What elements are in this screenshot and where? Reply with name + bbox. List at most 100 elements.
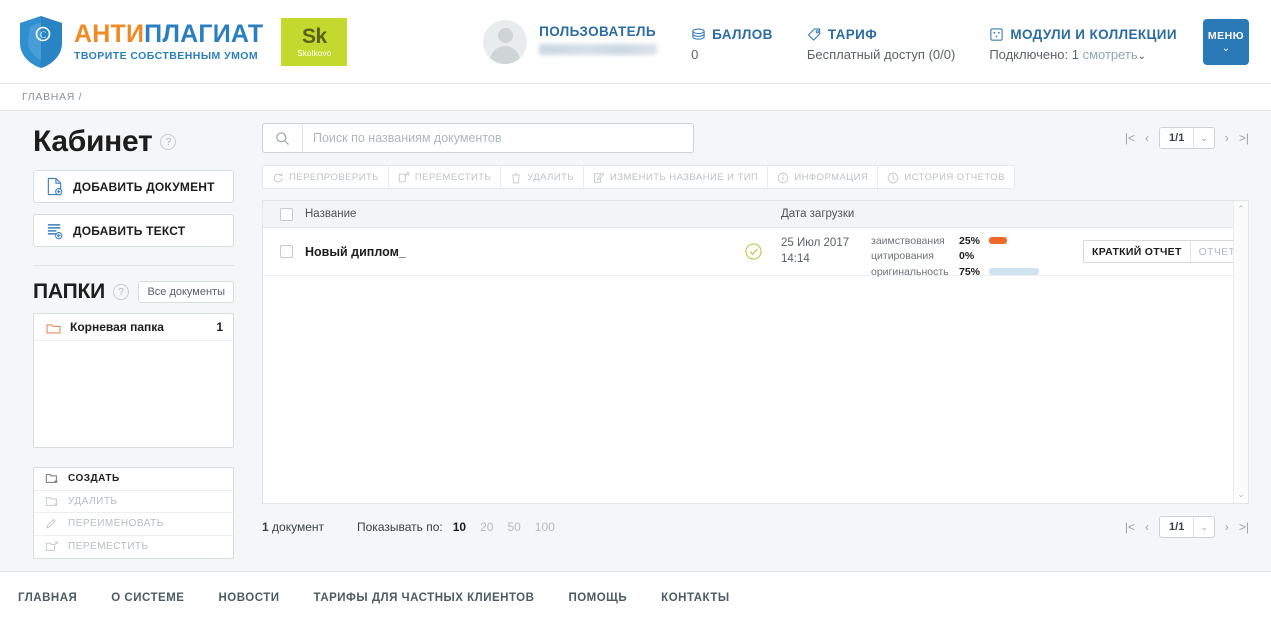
folder-delete-button[interactable]: УДАЛИТЬ xyxy=(34,491,233,513)
folder-rename-label: ПЕРЕИМЕНОВАТЬ xyxy=(68,518,164,530)
footer-link-about[interactable]: О СИСТЕМЕ xyxy=(111,592,184,604)
folder-icon xyxy=(46,321,61,334)
page-next-button[interactable]: › xyxy=(1225,131,1229,145)
short-report-button[interactable]: КРАТКИЙ ОТЧЕТ xyxy=(1084,241,1190,262)
move-label: ПЕРЕМЕСТИТЬ xyxy=(414,171,492,183)
search-input[interactable] xyxy=(303,125,693,151)
user-block[interactable]: ПОЛЬЗОВАТЕЛЬ xyxy=(483,20,658,64)
avatar xyxy=(483,20,528,64)
modules-view-link[interactable]: смотреть xyxy=(1083,47,1138,62)
page-prev-button[interactable]: ‹ xyxy=(1145,131,1149,145)
row-checkbox[interactable] xyxy=(280,245,293,258)
chevron-down-icon[interactable]: ⌄ xyxy=(1138,51,1146,62)
select-all-checkbox[interactable] xyxy=(280,207,293,221)
menu-button[interactable]: МЕНЮ ⌄ xyxy=(1203,19,1249,65)
upload-date: 25 Июл 2017 14:14 xyxy=(781,236,849,267)
divider xyxy=(33,265,234,266)
rename-type-button[interactable]: ИЗМЕНИТЬ НАЗВАНИЕ И ТИП xyxy=(584,166,769,188)
metric-label: цитирования xyxy=(871,250,934,263)
document-count-word: документ xyxy=(268,520,324,534)
breadcrumb: ГЛАВНАЯ / xyxy=(0,84,1271,111)
refresh-icon xyxy=(272,171,284,183)
help-icon[interactable]: ? xyxy=(160,134,177,150)
metric-value: 0% xyxy=(959,250,975,263)
add-text-label: ДОБАВИТЬ ТЕКСТ xyxy=(73,223,186,238)
svg-text:C: C xyxy=(40,30,46,40)
folder-item-root[interactable]: Корневая папка 1 xyxy=(34,314,233,341)
footer-link-contacts[interactable]: КОНТАКТЫ xyxy=(661,592,729,604)
table-footer: 1 документ Показывать по: 10 20 50 100 |… xyxy=(262,516,1249,538)
footer-link-home[interactable]: ГЛАВНАЯ xyxy=(18,592,77,604)
skolkovo-mark: Sk xyxy=(302,24,327,48)
logo[interactable]: C АНТИПЛАГИАТ ТВОРИТЕ СОБСТВЕННЫМ УМОМ xyxy=(18,15,263,69)
page-size-50[interactable]: 50 xyxy=(507,520,520,534)
site-header: C АНТИПЛАГИАТ ТВОРИТЕ СОБСТВЕННЫМ УМОМ S… xyxy=(0,0,1271,84)
metric-label: заимствования xyxy=(871,234,945,247)
page-prev-button[interactable]: ‹ xyxy=(1145,520,1149,534)
document-name[interactable]: Новый диплом_ xyxy=(305,245,406,259)
modules-label: МОДУЛИ И КОЛЛЕКЦИИ xyxy=(1010,26,1177,42)
modules-connected: Подключено: 1 xyxy=(989,46,1079,62)
table-scrollbar[interactable]: ⌃ ⌄ xyxy=(1233,201,1248,503)
coins-icon xyxy=(691,27,706,42)
move-button[interactable]: ПЕРЕМЕСТИТЬ xyxy=(389,166,502,188)
points-label: БАЛЛОВ xyxy=(712,26,773,42)
folder-rename-button[interactable]: ПЕРЕИМЕНОВАТЬ xyxy=(34,513,233,536)
chevron-down-icon: ⌄ xyxy=(1200,132,1208,143)
page-selector[interactable]: 1/1 ⌄ xyxy=(1159,127,1215,149)
add-document-button[interactable]: ДОБАВИТЬ ДОКУМЕНТ xyxy=(33,170,234,203)
page-next-button[interactable]: › xyxy=(1225,520,1229,534)
select-all-checkbox-cell[interactable] xyxy=(263,207,305,221)
info-icon xyxy=(777,171,789,184)
logo-title: АНТИПЛАГИАТ xyxy=(74,21,263,47)
reports-history-button[interactable]: ИСТОРИЯ ОТЧЕТОВ xyxy=(878,166,1014,188)
page-first-button[interactable]: |< xyxy=(1125,520,1135,534)
folder-create-button[interactable]: СОЗДАТЬ xyxy=(34,468,233,491)
table-row[interactable]: Новый диплом_ 25 Июл 2017 14:14 заимство… xyxy=(263,228,1248,278)
help-icon[interactable]: ? xyxy=(113,284,129,300)
all-documents-button[interactable]: Все документы xyxy=(138,281,234,303)
page-title-text: Кабинет xyxy=(33,125,153,158)
folder-plus-icon xyxy=(45,472,59,485)
page-size-10[interactable]: 10 xyxy=(453,520,466,534)
folder-create-label: СОЗДАТЬ xyxy=(68,473,120,485)
footer-link-tariffs[interactable]: ТАРИФЫ ДЛЯ ЧАСТНЫХ КЛИЕНТОВ xyxy=(314,592,535,604)
scroll-up-icon[interactable]: ⌃ xyxy=(1237,204,1245,215)
page-size-100[interactable]: 100 xyxy=(535,520,555,534)
shield-icon: C xyxy=(18,15,64,69)
page-last-button[interactable]: >| xyxy=(1239,520,1249,534)
folder-move-button[interactable]: ПЕРЕМЕСТИТЬ xyxy=(34,536,233,559)
footer-link-help[interactable]: ПОМОЩЬ xyxy=(568,592,627,604)
tariff-block[interactable]: ТАРИФ Бесплатный доступ (0/0) xyxy=(807,23,955,62)
add-text-button[interactable]: ДОБАВИТЬ ТЕКСТ xyxy=(33,214,234,247)
pencil-icon xyxy=(45,517,59,530)
points-value: 0 xyxy=(691,46,699,62)
modules-block[interactable]: МОДУЛИ И КОЛЛЕКЦИИ Подключено: 1 смотрет… xyxy=(989,23,1177,62)
tariff-label: ТАРИФ xyxy=(827,26,878,42)
scroll-down-icon[interactable]: ⌄ xyxy=(1237,489,1245,500)
metric-borrowings: заимствования 25% xyxy=(871,235,1039,247)
information-button[interactable]: ИНФОРМАЦИЯ xyxy=(768,166,879,188)
delete-button[interactable]: УДАЛИТЬ xyxy=(501,166,585,188)
search-box[interactable] xyxy=(262,123,694,153)
metric-value: 25% xyxy=(959,234,981,247)
skolkovo-badge[interactable]: Sk Skolkovo xyxy=(281,17,348,66)
column-header-name: Название xyxy=(305,208,357,220)
search-row: |< ‹ 1/1 ⌄ › >| xyxy=(262,123,1249,153)
page-number: 1/1 xyxy=(1169,521,1185,533)
footer-link-news[interactable]: НОВОСТИ xyxy=(218,592,279,604)
information-label: ИНФОРМАЦИЯ xyxy=(794,171,869,183)
breadcrumb-home[interactable]: ГЛАВНАЯ / xyxy=(22,91,82,103)
search-icon xyxy=(263,124,303,152)
points-block[interactable]: БАЛЛОВ 0 xyxy=(691,23,773,62)
recheck-button[interactable]: ПЕРЕПРОВЕРИТЬ xyxy=(263,166,389,188)
page-first-button[interactable]: |< xyxy=(1125,131,1135,145)
metric-value: 75% xyxy=(959,265,981,278)
page-size-20[interactable]: 20 xyxy=(480,520,493,534)
logo-tagline: ТВОРИТЕ СОБСТВЕННЫМ УМОМ xyxy=(74,49,259,62)
logo-title-anti: АНТИ xyxy=(74,20,145,49)
logo-title-plagiat: ПЛАГИАТ xyxy=(144,20,264,49)
page-last-button[interactable]: >| xyxy=(1239,131,1249,145)
page-selector[interactable]: 1/1 ⌄ xyxy=(1159,516,1215,538)
row-checkbox-cell[interactable] xyxy=(263,245,305,258)
